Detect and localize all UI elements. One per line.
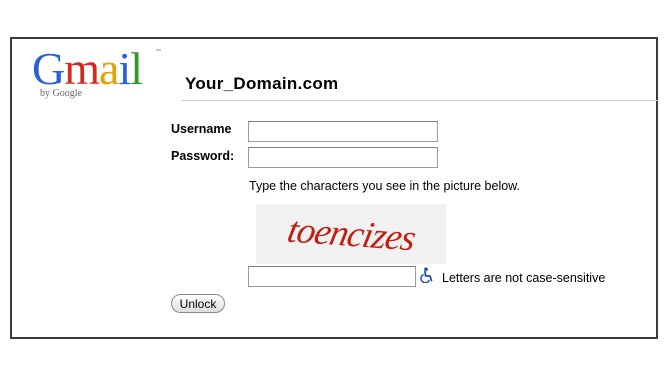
trademark-mark: ™: [155, 49, 161, 55]
title-divider: [182, 100, 658, 101]
case-sensitivity-note: Letters are not case-sensitive: [442, 271, 606, 285]
page-title: Your_Domain.com: [185, 74, 339, 93]
username-field[interactable]: [248, 121, 438, 142]
captcha-image: toencizes: [256, 204, 446, 264]
by-google-label: by Google: [40, 88, 82, 99]
captcha-instructions: Type the characters you see in the pictu…: [249, 179, 520, 193]
wheelchair-icon[interactable]: [420, 267, 434, 283]
unlock-button[interactable]: Unlock: [171, 294, 225, 313]
password-field[interactable]: [248, 147, 438, 168]
gmail-logo: Gmail ™ by Google: [32, 43, 172, 105]
password-label: Password:: [171, 149, 235, 163]
captcha-answer-field[interactable]: [248, 266, 416, 287]
captcha-text: toencizes: [283, 209, 419, 259]
username-label: Username: [171, 122, 232, 136]
unlock-captcha-panel: Gmail ™ by Google Your_Domain.com Userna…: [10, 37, 658, 339]
